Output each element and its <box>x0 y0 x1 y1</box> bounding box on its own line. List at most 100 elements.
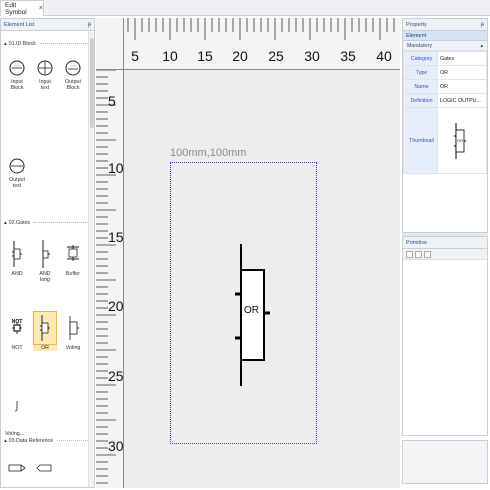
data-reference-tool-2[interactable] <box>35 463 55 475</box>
thumbnail-cell: OR <box>437 107 487 174</box>
section-label: 03.Data Reference <box>8 437 54 444</box>
sort-alpha-icon[interactable] <box>415 250 422 258</box>
section-data-reference[interactable]: ▴ 03.Data Reference <box>4 436 88 445</box>
property-row[interactable]: Definition LOGIC OUTPU... <box>403 93 487 108</box>
tool-voting-more[interactable]: Voting... <box>5 395 45 437</box>
primitive-title: Primitive <box>406 239 428 246</box>
property-group-mandatory[interactable]: Mandatory ▴ <box>403 41 487 51</box>
element-list-title: Element List <box>4 21 35 28</box>
tool-label: NOT <box>11 345 23 351</box>
tool-label: Input Block <box>10 79 24 91</box>
close-icon[interactable]: × <box>39 5 43 12</box>
tool-not[interactable]: NOT NOT <box>5 311 29 351</box>
group-label: Mandatory <box>407 42 433 49</box>
ruler-corner <box>96 18 124 70</box>
property-value[interactable]: OR <box>437 65 487 80</box>
and-gate-icon <box>5 237 29 271</box>
tool-label: AND long <box>39 271 51 283</box>
tab-edit-symbol-label: Edit Symbol <box>5 1 27 16</box>
svg-text:○○○: ○○○ <box>70 64 76 68</box>
voting-variant-icon <box>5 395 29 417</box>
h-ruler-label: 10 <box>162 48 178 64</box>
section-id-block[interactable]: ▴ 01.ID Block <box>4 39 88 48</box>
tab-strip: Edit Symbol × <box>0 0 490 16</box>
not-gate-icon: NOT <box>5 311 29 345</box>
h-ruler-label: 35 <box>340 48 356 64</box>
property-element-tab[interactable]: Element <box>403 31 487 41</box>
symbol-canvas[interactable]: 5 10 15 20 25 30 35 40 5 10 15 20 25 30 … <box>96 18 400 488</box>
section-divider <box>39 43 88 44</box>
h-ruler-label: 5 <box>131 48 139 64</box>
element-list-panel: Element List ᵽ ▴ 01.ID Block ○○○ Input B… <box>0 18 95 488</box>
tool-buffer[interactable]: Buffer <box>61 237 85 277</box>
symbol-size-label: 100mm,100mm <box>170 147 247 159</box>
h-ruler-label: 25 <box>268 48 284 64</box>
or-gate-symbol-text: OR <box>244 305 259 316</box>
data-reference-tool-1[interactable] <box>7 463 27 475</box>
property-row[interactable]: Thumbnail OR <box>403 107 487 174</box>
output-block-icon: ○○○ <box>61 57 85 79</box>
collapse-arrow-icon[interactable]: ▴ <box>4 220 7 226</box>
v-ruler-label: 10 <box>108 160 124 176</box>
h-ruler-label: 30 <box>304 48 320 64</box>
v-ruler-label: 15 <box>108 229 124 245</box>
svg-text:○○○: ○○○ <box>14 64 20 68</box>
h-ruler-label: 20 <box>232 48 248 64</box>
primitive-toolbar <box>403 249 487 260</box>
tool-input-block[interactable]: ○○○ Input Block <box>5 57 29 91</box>
property-row[interactable]: Name OR <box>403 79 487 94</box>
property-pages-icon[interactable] <box>424 250 431 258</box>
tool-and[interactable]: AND <box>5 237 29 277</box>
section-label: 02.Gates <box>8 219 31 226</box>
tool-output-block[interactable]: ○○○ Output Block <box>61 57 85 91</box>
collapse-arrow-icon[interactable]: ▴ <box>480 43 483 49</box>
collapse-arrow-icon[interactable]: ▴ <box>4 41 7 47</box>
tool-label: Output Block <box>65 79 81 91</box>
scrollbar-thumb[interactable] <box>90 38 94 128</box>
property-value[interactable]: LOGIC OUTPU... <box>437 93 487 108</box>
output-text-icon <box>5 155 29 177</box>
element-list-scrollbar[interactable] <box>88 32 94 487</box>
vertical-ruler <box>96 18 124 488</box>
property-table: Category Gates Type OR Name OR Definition LO… <box>403 51 487 174</box>
property-title: Property <box>406 21 427 28</box>
v-ruler-label: 30 <box>108 438 124 454</box>
primitive-header: Primitive <box>403 237 487 249</box>
property-row[interactable]: Type OR <box>403 65 487 80</box>
tool-label: Voting <box>65 345 81 351</box>
property-value[interactable]: Gates <box>437 51 487 66</box>
tool-label: Buffer <box>65 271 81 277</box>
section-divider <box>34 222 88 223</box>
property-header: Property ᵽ <box>403 19 487 31</box>
tool-output-text[interactable]: Output text <box>5 155 29 189</box>
tool-and-long[interactable]: AND long <box>33 237 57 283</box>
tool-input-text[interactable]: Input text <box>33 57 57 91</box>
voting-gate-icon <box>61 311 85 345</box>
section-gates[interactable]: ▴ 02.Gates <box>4 218 88 227</box>
property-value[interactable]: OR <box>437 79 487 94</box>
h-ruler-label: 15 <box>197 48 213 64</box>
or-gate-icon <box>33 311 57 345</box>
property-panel: Property ᵽ Element Mandatory ▴ Category G… <box>402 18 488 233</box>
tool-label: AND <box>11 271 23 277</box>
h-ruler-label: 40 <box>376 48 392 64</box>
thumbnail-icon: OR <box>450 121 470 161</box>
property-key: Category <box>403 51 438 66</box>
v-ruler-label: 20 <box>108 298 124 314</box>
buffer-gate-icon <box>61 237 85 271</box>
pin-icon[interactable]: ᵽ <box>88 22 91 28</box>
primitive-panel: Primitive <box>402 236 488 436</box>
tool-label: OR <box>33 345 57 351</box>
collapse-arrow-icon[interactable]: ▴ <box>4 438 7 444</box>
tool-label: Output text <box>9 177 25 189</box>
sort-category-icon[interactable] <box>406 250 413 258</box>
pin-icon[interactable]: ᵽ <box>481 22 484 28</box>
thumbnail-text: OR <box>457 137 463 143</box>
tool-or[interactable]: OR <box>33 311 57 351</box>
tool-voting[interactable]: Voting <box>61 311 85 351</box>
tab-edit-symbol[interactable]: Edit Symbol × <box>0 0 44 16</box>
property-key: Thumbnail <box>403 107 438 174</box>
description-area <box>402 440 488 484</box>
property-row[interactable]: Category Gates <box>403 51 487 66</box>
property-key: Definition <box>403 93 438 108</box>
